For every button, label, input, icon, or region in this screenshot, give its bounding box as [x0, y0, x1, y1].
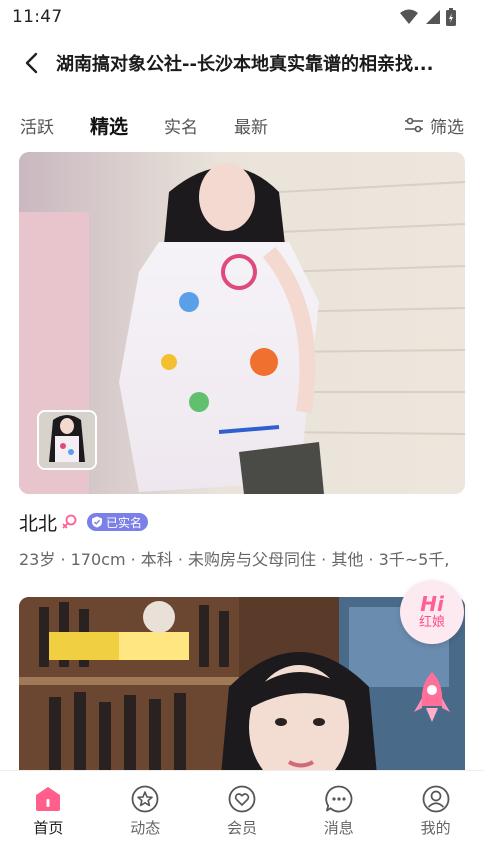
tab-verified[interactable]: 实名	[164, 104, 198, 146]
signal-icon	[426, 10, 440, 24]
profile-photo[interactable]	[19, 597, 465, 770]
rocket-icon	[414, 672, 450, 722]
profile-card[interactable]	[19, 597, 465, 770]
nav-home-label: 首页	[33, 819, 64, 837]
battery-icon	[446, 8, 456, 26]
tab-featured[interactable]: 精选	[90, 104, 135, 146]
nav-messages[interactable]: 消息	[290, 771, 387, 860]
profile-name: 北北	[19, 512, 58, 535]
home-icon	[36, 787, 61, 811]
nav-vip-label: 会员	[226, 819, 257, 837]
page-title: 湖南搞对象公社--长沙本地真实靠谱的相亲找...	[56, 54, 434, 75]
verified-badge: 已实名	[87, 513, 149, 531]
nav-vip[interactable]: 会员	[194, 771, 291, 860]
filter-icon	[405, 117, 423, 133]
back-button[interactable]	[6, 38, 56, 88]
profile-info: 23岁 · 170cm · 本科 · 未购房与父母同住 · 其他 · 3千~5千…	[19, 550, 450, 569]
nav-messages-label: 消息	[323, 819, 354, 837]
chevron-left-icon	[25, 52, 38, 74]
profile-name-row: 北北 已实名	[19, 508, 465, 536]
chat-icon	[325, 785, 353, 813]
nav-profile-label: 我的	[420, 819, 451, 837]
profile-thumbnail[interactable]	[37, 410, 97, 470]
female-icon	[62, 514, 77, 529]
status-icons	[400, 8, 456, 26]
thumbnail-image	[39, 412, 95, 468]
filter-button[interactable]: 筛选	[404, 104, 464, 146]
user-icon	[422, 785, 449, 813]
status-time: 11:47	[12, 7, 63, 27]
matchmaker-button[interactable]: Hi 红娘	[400, 580, 464, 644]
matchmaker-label: 红娘	[418, 615, 445, 630]
tab-newest[interactable]: 最新	[234, 104, 268, 146]
status-bar: 11:47	[0, 0, 484, 34]
tab-active[interactable]: 活跃	[20, 104, 54, 146]
tab-bar: 活跃 精选 实名 最新 筛选	[0, 104, 484, 146]
title-bar: 湖南搞对象公社--长沙本地真实靠谱的相亲找...	[0, 38, 484, 88]
nav-profile[interactable]: 我的	[387, 771, 484, 860]
profile-photo-image	[19, 597, 465, 770]
rocket-button[interactable]	[412, 670, 452, 726]
nav-moments[interactable]: 动态	[97, 771, 194, 860]
nav-moments-label: 动态	[130, 819, 161, 837]
nav-home[interactable]: 首页	[0, 771, 97, 860]
bottom-nav: 首页 动态 会员 消息 我的	[0, 770, 484, 860]
profile-photo[interactable]	[19, 152, 465, 494]
profile-card[interactable]: 北北 已实名 23岁 · 170cm · 本科 · 未购房与父母同住 · 其他 …	[19, 152, 465, 570]
verified-label: 已实名	[106, 515, 143, 530]
wifi-icon	[400, 9, 418, 24]
matchmaker-hi: Hi	[420, 592, 444, 616]
filter-label: 筛选	[430, 117, 464, 138]
star-icon	[131, 785, 159, 813]
heart-icon	[228, 785, 256, 813]
shield-check-icon	[92, 516, 103, 528]
